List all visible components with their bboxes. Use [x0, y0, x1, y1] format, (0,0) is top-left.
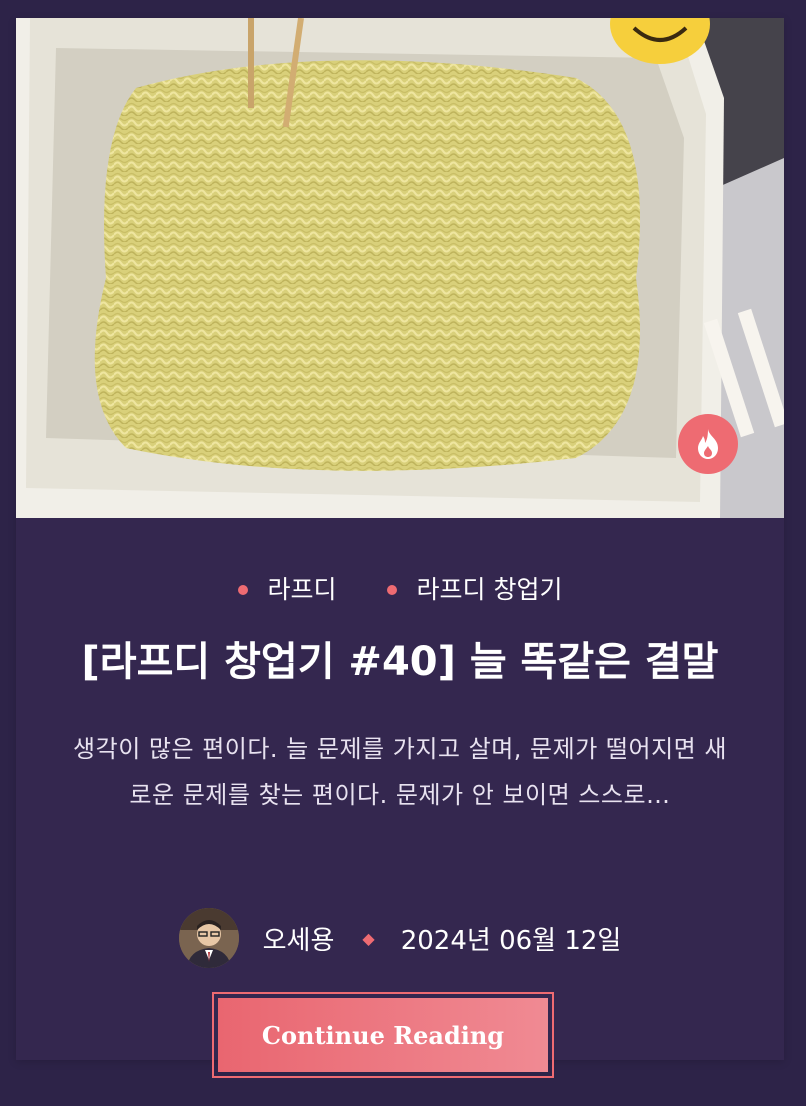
category-label: 라프디 창업기	[416, 575, 563, 604]
post-title[interactable]: [라프디 창업기 #40] 늘 똑같은 결말	[16, 636, 784, 688]
category-dot	[386, 585, 397, 595]
post-card: 라프디 라프디 창업기 [라프디 창업기 #40] 늘 똑같은 결말 생각이 많…	[16, 18, 784, 1060]
featured-image[interactable]	[16, 18, 784, 518]
category-link-rapdi-startup[interactable]: 라프디 창업기	[386, 574, 563, 606]
post-excerpt: 생각이 많은 편이다. 늘 문제를 가지고 살며, 문제가 떨어지면 새로운 문…	[73, 735, 727, 809]
category-label: 라프디	[267, 575, 337, 604]
author-name[interactable]: 오세용	[263, 920, 335, 957]
category-dot	[237, 585, 248, 595]
author-avatar[interactable]	[178, 908, 239, 968]
post-meta: 오세용 ◆ 2024년 06월 12일	[16, 908, 784, 968]
continue-reading-button[interactable]: Continue Reading	[218, 998, 548, 1072]
post-categories: 라프디 라프디 창업기	[16, 574, 784, 606]
diamond-separator-icon: ◆	[362, 928, 375, 948]
post-date: 2024년 06월 12일	[400, 925, 622, 956]
continue-reading-frame: Continue Reading	[212, 992, 554, 1078]
category-link-rapdi[interactable]: 라프디	[237, 574, 337, 606]
featured-badge	[678, 414, 738, 474]
flame-icon	[698, 429, 718, 459]
